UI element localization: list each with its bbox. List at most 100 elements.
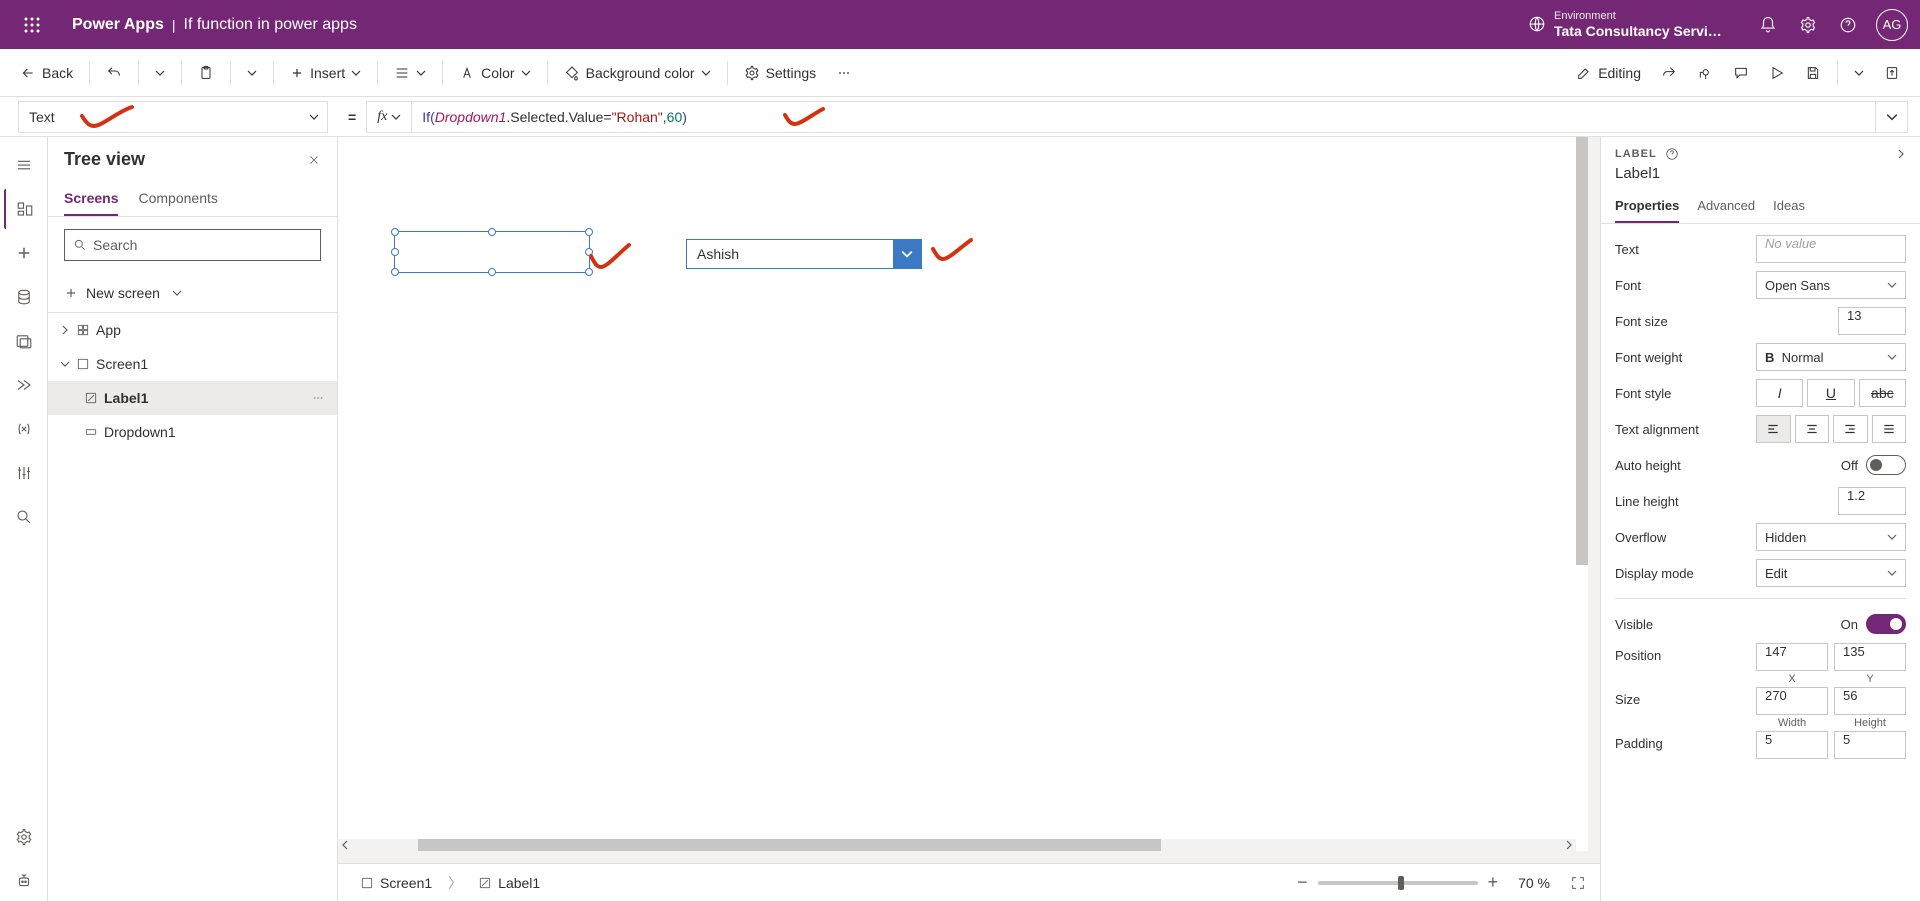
prop-height-input[interactable]: 56 (1834, 687, 1906, 715)
back-button[interactable]: Back (12, 57, 81, 89)
tree-node-screen1[interactable]: Screen1 (48, 347, 337, 381)
horizontal-scrollbar-track[interactable] (338, 839, 1576, 851)
prop-width-input[interactable]: 270 (1756, 687, 1828, 715)
dropdown-control[interactable]: Ashish (686, 239, 922, 269)
prop-overflow-label: Overflow (1615, 530, 1756, 545)
tab-components[interactable]: Components (138, 182, 217, 216)
prop-displaymode-dropdown[interactable]: Edit (1756, 559, 1906, 587)
prop-x-input[interactable]: 147 (1756, 643, 1828, 671)
close-tree-icon[interactable] (307, 153, 321, 167)
property-dropdown[interactable]: Text (18, 101, 328, 133)
align-center-button[interactable] (1795, 415, 1830, 443)
tab-screens[interactable]: Screens (64, 182, 118, 216)
save-menu[interactable] (1846, 57, 1872, 89)
prop-fontweight-dropdown[interactable]: B Normal (1756, 343, 1906, 371)
publish-button[interactable] (1876, 57, 1908, 89)
expand-formula-button[interactable] (1876, 101, 1908, 133)
vertical-scrollbar[interactable] (1576, 137, 1588, 565)
align-right-button[interactable] (1833, 415, 1868, 443)
formula-input[interactable]: If(Dropdown1.Selected.Value="Rohan", 60) (411, 101, 1876, 133)
prop-padtop-input[interactable]: 5 (1756, 731, 1828, 759)
prop-autoheight-toggle[interactable] (1866, 455, 1906, 475)
data-icon[interactable] (4, 277, 44, 317)
media-icon[interactable] (4, 321, 44, 361)
more-commands[interactable] (828, 57, 860, 89)
app-checker-button[interactable] (1689, 57, 1721, 89)
breadcrumb-control-label: Label1 (498, 875, 540, 891)
prop-text-input[interactable]: No value (1756, 235, 1906, 263)
preview-button[interactable] (1761, 57, 1793, 89)
advanced-tools-icon[interactable] (4, 453, 44, 493)
tree-view-icon[interactable] (4, 189, 44, 229)
tree-view-title: Tree view (64, 149, 307, 170)
selected-label-control[interactable] (394, 231, 590, 273)
zoom-in-button[interactable]: + (1488, 872, 1499, 893)
insert-rail-icon[interactable] (4, 233, 44, 273)
settings-icon[interactable] (1788, 5, 1828, 45)
scroll-right-icon[interactable] (1564, 839, 1574, 851)
share-button[interactable] (1653, 57, 1685, 89)
help-icon[interactable] (1828, 5, 1868, 45)
prop-y-input[interactable]: 135 (1834, 643, 1906, 671)
collapse-panel-icon[interactable] (1896, 149, 1906, 159)
design-canvas[interactable]: Ashish (338, 137, 1588, 851)
chevron-down-icon (60, 359, 70, 369)
tab-properties[interactable]: Properties (1615, 190, 1679, 223)
power-automate-icon[interactable] (4, 365, 44, 405)
tab-ideas[interactable]: Ideas (1773, 190, 1805, 223)
undo-button[interactable] (98, 57, 130, 89)
zoom-out-button[interactable]: − (1297, 872, 1308, 893)
undo-menu[interactable] (147, 57, 173, 89)
search-rail-icon[interactable] (4, 497, 44, 537)
tree-node-dropdown1[interactable]: Dropdown1 (48, 415, 337, 449)
font-color-button[interactable]: Color (451, 57, 538, 89)
tree-search-input[interactable]: Search (64, 229, 321, 261)
align-left-button[interactable] (1756, 415, 1791, 443)
tree-node-app[interactable]: App (48, 313, 337, 347)
menu-mode-button[interactable] (386, 57, 434, 89)
prop-lineheight-input[interactable]: 1.2 (1838, 487, 1906, 515)
paste-button[interactable] (190, 57, 222, 89)
info-icon[interactable] (1665, 147, 1679, 161)
prop-padbottom-input[interactable]: 5 (1834, 731, 1906, 759)
underline-button[interactable]: U (1807, 379, 1854, 407)
prop-overflow-dropdown[interactable]: Hidden (1756, 523, 1906, 551)
variables-icon[interactable] (4, 409, 44, 449)
dropdown-chevron-icon[interactable] (893, 240, 921, 268)
insert-button[interactable]: Insert (282, 57, 369, 89)
node-more-icon[interactable] (311, 391, 325, 405)
settings-button[interactable]: Settings (736, 57, 825, 89)
tab-advanced[interactable]: Advanced (1697, 190, 1755, 223)
virtual-agent-icon[interactable] (4, 861, 44, 901)
strikethrough-button[interactable]: abc (1859, 379, 1906, 407)
editing-mode-button[interactable]: Editing (1568, 57, 1649, 89)
environment-picker[interactable]: Environment Tata Consultancy Servic... (1528, 10, 1724, 40)
breadcrumb-screen[interactable]: Screen1 (352, 871, 440, 895)
tree-node-label1[interactable]: Label1 (48, 381, 337, 415)
breadcrumb-control[interactable]: Label1 (470, 871, 548, 895)
hamburger-icon[interactable] (4, 145, 44, 185)
waffle-icon[interactable] (12, 5, 52, 45)
align-justify-button[interactable] (1872, 415, 1907, 443)
user-avatar[interactable]: AG (1876, 9, 1908, 41)
bg-color-button[interactable]: Background color (556, 57, 719, 89)
zoom-slider[interactable] (1318, 881, 1478, 885)
comments-button[interactable] (1725, 57, 1757, 89)
new-screen-button[interactable]: New screen (48, 273, 337, 313)
prop-padding-label: Padding (1615, 731, 1756, 751)
scroll-left-icon[interactable] (340, 839, 350, 851)
fit-to-window-button[interactable] (1570, 875, 1586, 891)
control-name[interactable]: Label1 (1601, 165, 1920, 190)
notifications-icon[interactable] (1748, 5, 1788, 45)
fx-button[interactable]: fx (366, 101, 411, 133)
prop-font-dropdown[interactable]: Open Sans (1756, 271, 1906, 299)
prop-visible-toggle[interactable] (1866, 614, 1906, 634)
canvas-area: Ashish Screen1 〉 Label (338, 137, 1600, 901)
document-title[interactable]: If function in power apps (184, 16, 357, 34)
horizontal-scrollbar[interactable] (418, 839, 1161, 851)
prop-fontsize-input[interactable]: 13 (1838, 307, 1906, 335)
settings-rail-icon[interactable] (4, 817, 44, 857)
italic-button[interactable]: I (1756, 379, 1803, 407)
paste-menu[interactable] (239, 57, 265, 89)
save-button[interactable] (1797, 57, 1829, 89)
